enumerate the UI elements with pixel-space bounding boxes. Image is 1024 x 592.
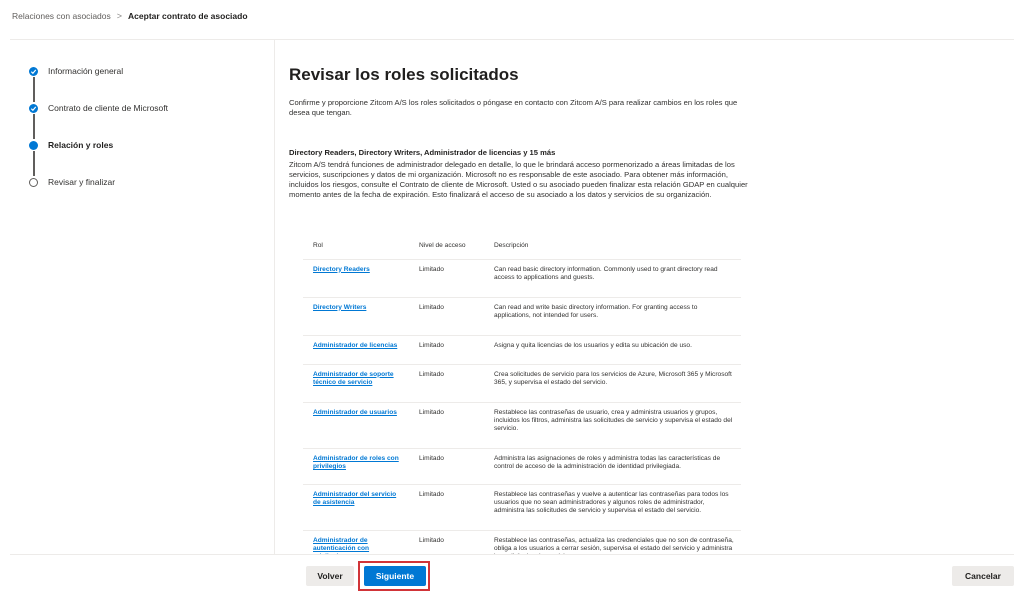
role-link[interactable]: Directory Writers [313,304,366,311]
role-link[interactable]: Administrador de roles con privilegios [313,455,399,470]
step-label: Información general [48,66,124,76]
role-link[interactable]: Administrador del servicio de asistencia [313,491,396,506]
main-content: Revisar los roles solicitados Confirme y… [289,40,1024,554]
step-connector [33,151,35,176]
wizard-steps-pane [10,40,274,554]
role-description: Can read basic directory information. Co… [484,259,741,298]
step-connector [33,114,35,139]
role-description: Administra las asignaciones de roles y a… [484,448,741,485]
access-level: Limitado [409,402,484,449]
intro-text: Confirme y proporcione Zitcom A/S los ro… [289,98,738,117]
table-header-row: Rol Nivel de acceso Descripción [303,233,741,260]
role-description: Restablece las contraseñas de usuario, c… [484,402,741,449]
role-description: Restablece las contraseñas, actualiza la… [484,530,741,554]
access-level: Limitado [409,297,484,336]
breadcrumb-separator: > [116,11,123,21]
breadcrumb: Relaciones con asociados > Aceptar contr… [12,11,248,21]
role-link[interactable]: Administrador de soporte técnico de serv… [313,371,394,386]
table-row: Administrador de autenticación con privi… [303,530,741,554]
access-level: Limitado [409,364,484,403]
access-level: Limitado [409,259,484,298]
checkmark-icon [29,66,38,76]
table-row: Directory Writers Limitado Can read and … [303,297,741,336]
step-relacion-roles[interactable]: Relación y roles [29,140,113,150]
role-link[interactable]: Administrador de usuarios [313,409,397,416]
breadcrumb-current: Aceptar contrato de asociado [128,11,248,21]
empty-circle-icon [29,177,38,187]
step-label: Contrato de cliente de Microsoft [48,103,169,113]
role-link[interactable]: Administrador de licencias [313,342,397,349]
table-row: Administrador de licencias Limitado Asig… [303,335,741,365]
roles-description: Zitcom A/S tendrá funciones de administr… [289,160,748,199]
role-description: Can read and write basic directory infor… [484,297,741,336]
footer-divider [10,554,1014,555]
access-level: Limitado [409,448,484,485]
step-label: Revisar y finalizar [48,177,116,187]
role-link[interactable]: Directory Readers [313,266,370,273]
role-description: Crea solicitudes de servicio para los se… [484,364,741,403]
step-revisar-finalizar[interactable]: Revisar y finalizar [29,177,115,187]
role-link[interactable]: Administrador de autenticación con privi… [313,537,369,555]
page-title: Revisar los roles solicitados [289,65,519,84]
checkmark-icon [29,103,38,113]
table-row: Administrador de usuarios Limitado Resta… [303,402,741,449]
back-button[interactable]: Volver [306,566,354,586]
access-level: Limitado [409,484,484,531]
breadcrumb-parent-link[interactable]: Relaciones con asociados [12,11,111,21]
table-row: Administrador de soporte técnico de serv… [303,364,741,403]
current-step-dot-icon [29,140,38,150]
column-header-rol: Rol [303,233,409,260]
access-level: Limitado [409,335,484,365]
roles-summary-heading: Directory Readers, Directory Writers, Ad… [289,148,556,157]
role-description: Asigna y quita licencias de los usuarios… [484,335,741,365]
step-informacion-general[interactable]: Información general [29,66,123,76]
column-header-descripcion: Descripción [484,233,741,260]
role-description: Restablece las contraseñas y vuelve a au… [484,484,741,531]
roles-table: Rol Nivel de acceso Descripción Director… [303,233,741,554]
column-header-nivel: Nivel de acceso [409,233,484,260]
step-connector [33,77,35,102]
cancel-button[interactable]: Cancelar [952,566,1014,586]
table-row: Directory Readers Limitado Can read basi… [303,259,741,298]
pane-divider [274,40,275,554]
step-contrato-cliente[interactable]: Contrato de cliente de Microsoft [29,103,168,113]
table-row: Administrador de roles con privilegios L… [303,448,741,485]
step-label: Relación y roles [48,140,114,150]
table-row: Administrador del servicio de asistencia… [303,484,741,531]
next-button[interactable]: Siguiente [364,566,426,586]
access-level: Limitado [409,530,484,554]
